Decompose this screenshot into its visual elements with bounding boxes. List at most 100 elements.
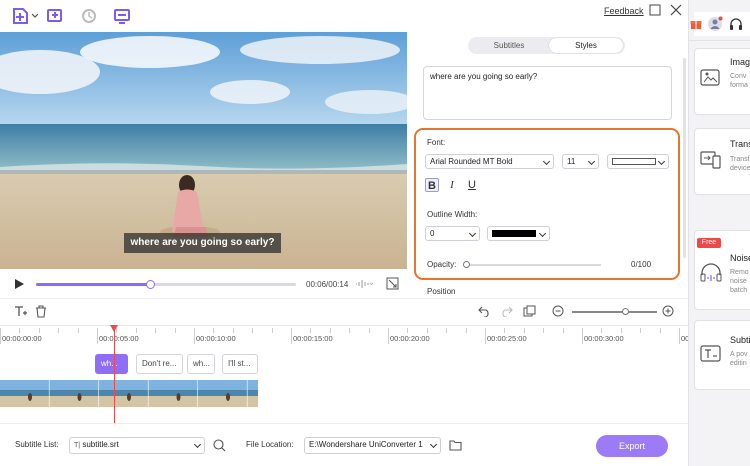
account-icon[interactable]	[707, 16, 723, 32]
tool-card-desc: Conv	[730, 73, 747, 80]
subtitle-chip[interactable]: wh...	[95, 354, 128, 374]
ruler-tick	[465, 328, 467, 333]
zoom-in-icon[interactable]	[662, 305, 675, 318]
thumb-figure	[127, 393, 131, 401]
close-icon[interactable]	[670, 4, 682, 16]
ruler-tick	[213, 328, 215, 333]
undo-icon[interactable]	[478, 305, 491, 317]
copy-icon[interactable]	[523, 305, 536, 318]
gift-icon[interactable]	[690, 18, 702, 30]
ruler-label: 00:00:00:00	[2, 334, 42, 343]
subtitle-editor-icon[interactable]	[113, 7, 131, 25]
headset-icon[interactable]	[729, 17, 743, 31]
folder-icon[interactable]	[449, 439, 462, 451]
subtitle-chip[interactable]: Don't re...	[136, 354, 183, 374]
playhead-marker[interactable]	[110, 325, 118, 332]
subtitle-file-icon: T|	[74, 442, 81, 449]
ruler-tick	[562, 328, 564, 333]
maximize-icon[interactable]	[649, 4, 661, 16]
outline-width-select[interactable]: 0	[425, 226, 480, 241]
ruler-label: 00:00:25:00	[487, 334, 527, 343]
thumb-sky	[247, 380, 258, 390]
file-location-select[interactable]: E:\Wondershare UniConverter 1	[304, 437, 441, 454]
playhead[interactable]	[114, 329, 115, 423]
audio-wave-icon[interactable]	[355, 279, 373, 289]
ruler-tick	[640, 328, 642, 333]
delete-icon[interactable]	[35, 305, 47, 318]
tool-card-desc: noise	[730, 278, 747, 285]
style-settings-highlight	[414, 128, 680, 280]
thumb-sea	[0, 390, 49, 396]
tool-card-desc: Transf	[730, 156, 750, 163]
font-family-value: Arial Rounded MT Bold	[430, 157, 513, 166]
subtitle-text-input[interactable]: where are you going so early?	[423, 66, 672, 120]
subtitle-list-label: Subtitle List:	[15, 440, 59, 449]
ruler-tick	[582, 328, 583, 344]
ruler-tick	[19, 328, 21, 333]
bold-button[interactable]: B	[425, 178, 439, 192]
image-converter-icon	[700, 68, 722, 88]
ruler-tick	[329, 328, 331, 333]
thumb-sea	[198, 390, 247, 396]
add-text-icon[interactable]	[14, 305, 27, 318]
tab-styles[interactable]: Styles	[549, 38, 623, 53]
transfer-icon	[700, 150, 722, 170]
add-subtitle-icon[interactable]	[46, 7, 64, 25]
chevron-down-icon	[657, 157, 666, 166]
tool-card-title: Imag	[730, 57, 750, 67]
thumb-figure	[77, 393, 82, 401]
ruler-tick	[601, 328, 603, 333]
fullscreen-icon[interactable]	[386, 277, 399, 290]
zoom-handle[interactable]	[621, 308, 629, 315]
opacity-handle[interactable]	[463, 261, 470, 268]
panel-scrollbar[interactable]	[683, 58, 686, 258]
subtitle-chip[interactable]: I'll st...	[222, 354, 258, 374]
subtitle-list-select[interactable]: T| subtitle.srt	[69, 437, 205, 454]
underline-button[interactable]: U	[465, 178, 479, 192]
zoom-slider[interactable]	[572, 311, 657, 313]
italic-button[interactable]: I	[445, 178, 459, 192]
thumb-sand	[99, 396, 148, 407]
ruler-label: 00:00:15:00	[293, 334, 333, 343]
chevron-down-icon	[587, 157, 596, 166]
ruler-label: 00:00:05:00	[99, 334, 139, 343]
ruler-tick	[271, 328, 273, 333]
redo-icon[interactable]	[500, 305, 513, 317]
ruler-label: 00:00:20:00	[390, 334, 430, 343]
ruler-tick	[0, 328, 1, 344]
ruler-tick	[194, 328, 195, 344]
font-size-select[interactable]: 11	[562, 154, 599, 169]
font-color-select[interactable]	[607, 154, 669, 169]
ruler-label: 00:00:10:00	[196, 334, 236, 343]
ruler-tick	[543, 328, 545, 333]
export-button[interactable]: Export	[596, 435, 668, 457]
opacity-label: Opacity:	[427, 260, 457, 269]
tool-card-title: Subti	[730, 335, 750, 345]
zoom-out-icon[interactable]	[552, 305, 565, 318]
outline-color-select[interactable]	[487, 226, 550, 241]
search-icon[interactable]	[213, 439, 226, 452]
subtitle-file-value: subtitle.srt	[82, 440, 119, 449]
ruler-tick	[504, 328, 506, 333]
tool-card-desc: batch	[730, 287, 748, 294]
thumb-sand	[148, 396, 198, 407]
chevron-down-icon	[429, 440, 438, 449]
ruler-tick	[291, 328, 292, 344]
add-file-icon[interactable]	[12, 7, 38, 25]
tab-subtitles[interactable]: Subtitles	[470, 38, 548, 53]
ruler-tick	[349, 328, 351, 333]
feedback-link[interactable]: Feedback	[604, 6, 644, 16]
auto-subtitle-icon[interactable]	[80, 7, 98, 25]
font-family-select[interactable]: Arial Rounded MT Bold	[425, 154, 554, 169]
ruler-tick	[388, 328, 389, 344]
progress-fill	[36, 283, 151, 286]
tool-card-title: Noise	[730, 253, 750, 263]
opacity-slider[interactable]	[466, 264, 601, 266]
outline-width-value: 0	[430, 229, 435, 238]
ruler-tick	[97, 328, 98, 344]
ruler-tick	[523, 328, 525, 333]
subtitle-chip[interactable]: wh...	[187, 354, 215, 374]
thumb-sand	[49, 396, 99, 407]
video-track[interactable]	[0, 380, 258, 407]
play-icon[interactable]	[13, 278, 25, 290]
